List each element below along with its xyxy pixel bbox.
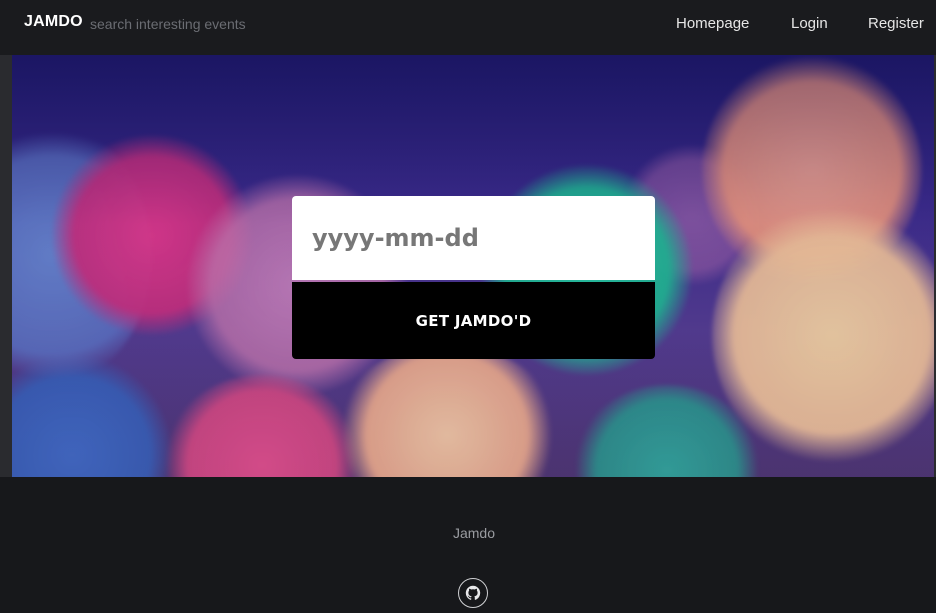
nav-link-register[interactable]: Register <box>868 15 924 32</box>
footer-site-name: Jamdo <box>452 525 496 541</box>
top-navbar: JAMDO search interesting events Homepage… <box>0 0 936 56</box>
date-input[interactable] <box>292 196 655 280</box>
brand-logo[interactable]: JAMDO <box>24 13 83 31</box>
brand-tagline: search interesting events <box>90 16 246 32</box>
frame-edge-left <box>0 55 12 477</box>
github-link[interactable] <box>458 578 488 608</box>
get-jamdod-button[interactable]: GET JAMDO'D <box>292 282 655 359</box>
page: JAMDO search interesting events Homepage… <box>0 0 936 613</box>
nav-link-homepage[interactable]: Homepage <box>676 15 749 32</box>
github-icon <box>465 585 481 600</box>
nav-link-login[interactable]: Login <box>791 15 828 32</box>
